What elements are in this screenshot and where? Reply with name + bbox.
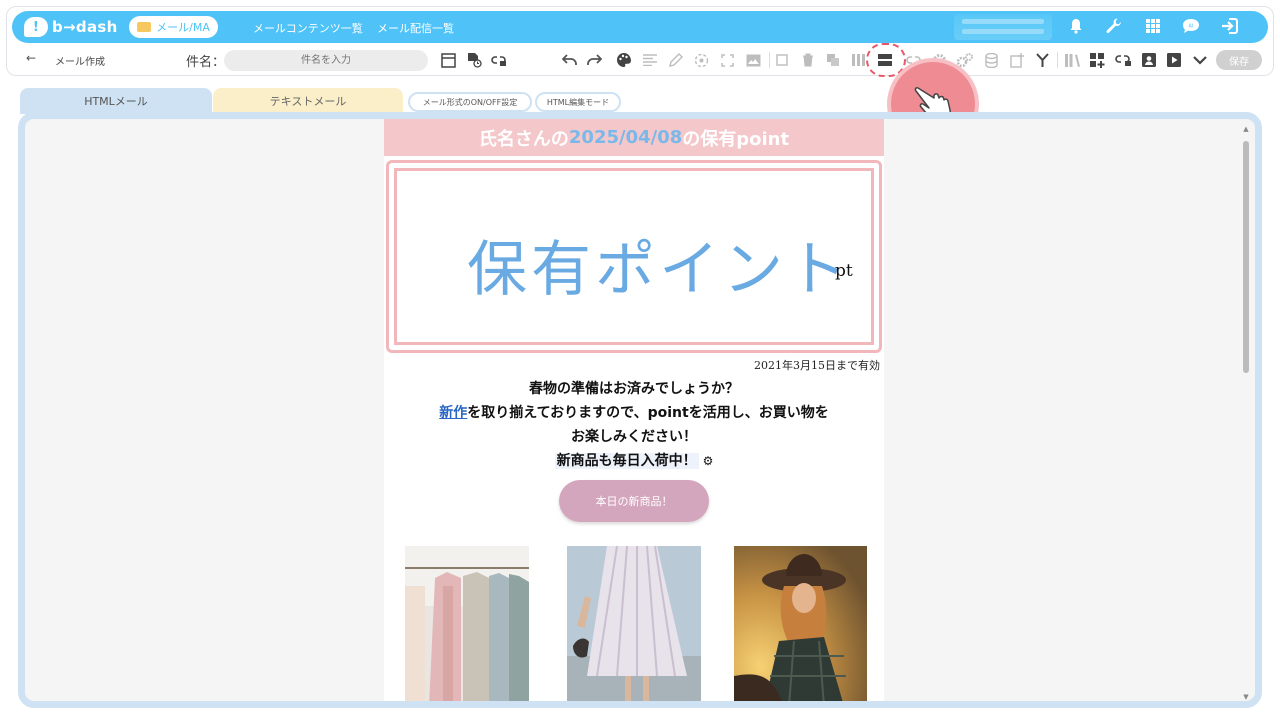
app-logo[interactable]: ! b→dash	[24, 16, 118, 38]
copy-block-icon[interactable]	[772, 50, 792, 70]
pen-icon[interactable]	[665, 50, 685, 70]
promo-line-3: お楽しみください！	[571, 429, 697, 445]
module-label: メール/MA	[156, 21, 210, 34]
points-hero-block[interactable]: 保有ポイント pt	[386, 160, 882, 353]
add-note-icon[interactable]	[1007, 50, 1027, 70]
points-unit: pt	[835, 261, 853, 281]
promo-line-2-text: を取り揃えておりますので、pointを活用し、お買い物を	[467, 405, 829, 421]
toolbar-separator	[769, 52, 770, 68]
grid-icon[interactable]	[1141, 14, 1165, 38]
promo-text-block[interactable]: 春物の準備はお済みでしょうか？ 新作を取り揃えておりますので、pointを活用し…	[384, 377, 884, 473]
bell-icon[interactable]	[1064, 14, 1088, 38]
promo-line-1: 春物の準備はお済みでしょうか？	[529, 381, 739, 397]
product-image-woman-hat[interactable]	[734, 546, 867, 701]
chat-icon[interactable]: AI	[1179, 14, 1203, 38]
logo-bubble-icon: !	[24, 17, 48, 37]
product-image-clothes-rack[interactable]	[405, 546, 529, 701]
wrench-icon[interactable]	[1102, 14, 1126, 38]
target-icon[interactable]	[691, 50, 711, 70]
add-widget-icon[interactable]	[1087, 50, 1107, 70]
scrollbar-thumb[interactable]	[1243, 141, 1249, 373]
text-align-icon[interactable]	[640, 50, 660, 70]
contact-card-icon[interactable]	[1139, 50, 1159, 70]
cta-new-items-button[interactable]: 本日の新商品！	[559, 480, 709, 522]
undo-icon[interactable]	[560, 50, 580, 70]
logo-text: b→dash	[52, 18, 118, 36]
tab-text-mail[interactable]: テキストメール	[213, 88, 403, 114]
nav-mail-delivery-list[interactable]: メール配信一覧	[377, 20, 454, 36]
logout-icon[interactable]	[1218, 14, 1242, 38]
image-icon[interactable]	[743, 50, 763, 70]
link-lock-icon[interactable]	[1113, 50, 1133, 70]
vertical-scrollbar[interactable]: ▲ ▼	[1241, 123, 1251, 701]
mail-format-onoff-button[interactable]: メール形式のON/OFF設定	[408, 92, 532, 112]
new-items-link[interactable]: 新作	[439, 405, 467, 421]
tab-html-mail[interactable]: HTMLメール	[20, 88, 212, 114]
mail-preview: 氏名さんの 2025/04/08 の保有point 保有ポイント pt 2021年3…	[384, 119, 884, 701]
header-suffix: の保有point	[682, 128, 790, 150]
subject-input[interactable]	[224, 50, 428, 71]
gear-icon[interactable]: ⚙	[703, 454, 714, 468]
toolbar-separator	[1057, 52, 1058, 68]
svg-text:AI: AI	[1189, 24, 1194, 30]
editor-canvas: ▲ ▼ 氏名さんの 2025/04/08 の保有point 保有ポイント pt 20…	[18, 112, 1262, 708]
chevron-down-icon[interactable]	[1190, 50, 1210, 70]
back-arrow-icon[interactable]: ←	[26, 51, 36, 65]
scroll-up-icon[interactable]: ▲	[1241, 125, 1251, 133]
header-name-text: 氏名さんの	[478, 128, 569, 150]
new-arrivals-text[interactable]: 新商品も毎日入荷中！	[554, 453, 699, 469]
mail-format-tabs: HTMLメール テキストメール メール形式のON/OFF設定 HTML編集モード	[0, 88, 1280, 114]
points-title: 保有ポイント	[467, 235, 851, 305]
branch-icon[interactable]	[1032, 50, 1052, 70]
html-edit-mode-button[interactable]: HTML編集モード	[535, 92, 621, 112]
hero-inner-border: 保有ポイント pt	[394, 168, 874, 345]
fullscreen-icon[interactable]	[717, 50, 737, 70]
product-image-pleated-skirt[interactable]	[567, 546, 701, 701]
scroll-down-icon[interactable]: ▼	[1241, 693, 1251, 701]
envelope-icon	[137, 22, 152, 32]
promo-line-4: 新商品も毎日入荷中！ ⚙	[384, 449, 884, 473]
link-preview-icon[interactable]	[489, 50, 509, 70]
redo-icon[interactable]	[584, 50, 604, 70]
mail-header-banner[interactable]: 氏名さんの 2025/04/08 の保有point	[384, 119, 884, 156]
editor-toolbar: ← メール作成 件名： 保存	[0, 46, 1280, 74]
valid-until-text: 2021年3月15日まで有効	[754, 359, 880, 372]
account-info-blurred[interactable]	[954, 14, 1052, 40]
window-icon[interactable]	[438, 50, 458, 70]
trash-icon[interactable]	[798, 50, 818, 70]
duplicate-icon[interactable]	[823, 50, 843, 70]
library-icon[interactable]	[1062, 50, 1082, 70]
palette-icon[interactable]	[614, 50, 634, 70]
save-button[interactable]: 保存	[1216, 50, 1262, 70]
database-icon[interactable]	[981, 50, 1001, 70]
schedule-file-icon[interactable]	[464, 50, 484, 70]
subject-label: 件名：	[186, 55, 226, 70]
nav-mail-content-list[interactable]: メールコンテンツ一覧	[253, 20, 363, 36]
video-play-icon[interactable]	[1164, 50, 1184, 70]
promo-line-2: 新作を取り揃えておりますので、pointを活用し、お買い物を	[384, 401, 884, 425]
header-date: 2025/04/08	[568, 127, 683, 148]
module-selector-mail-ma[interactable]: メール/MA	[129, 16, 218, 38]
page-title: メール作成	[55, 57, 105, 68]
